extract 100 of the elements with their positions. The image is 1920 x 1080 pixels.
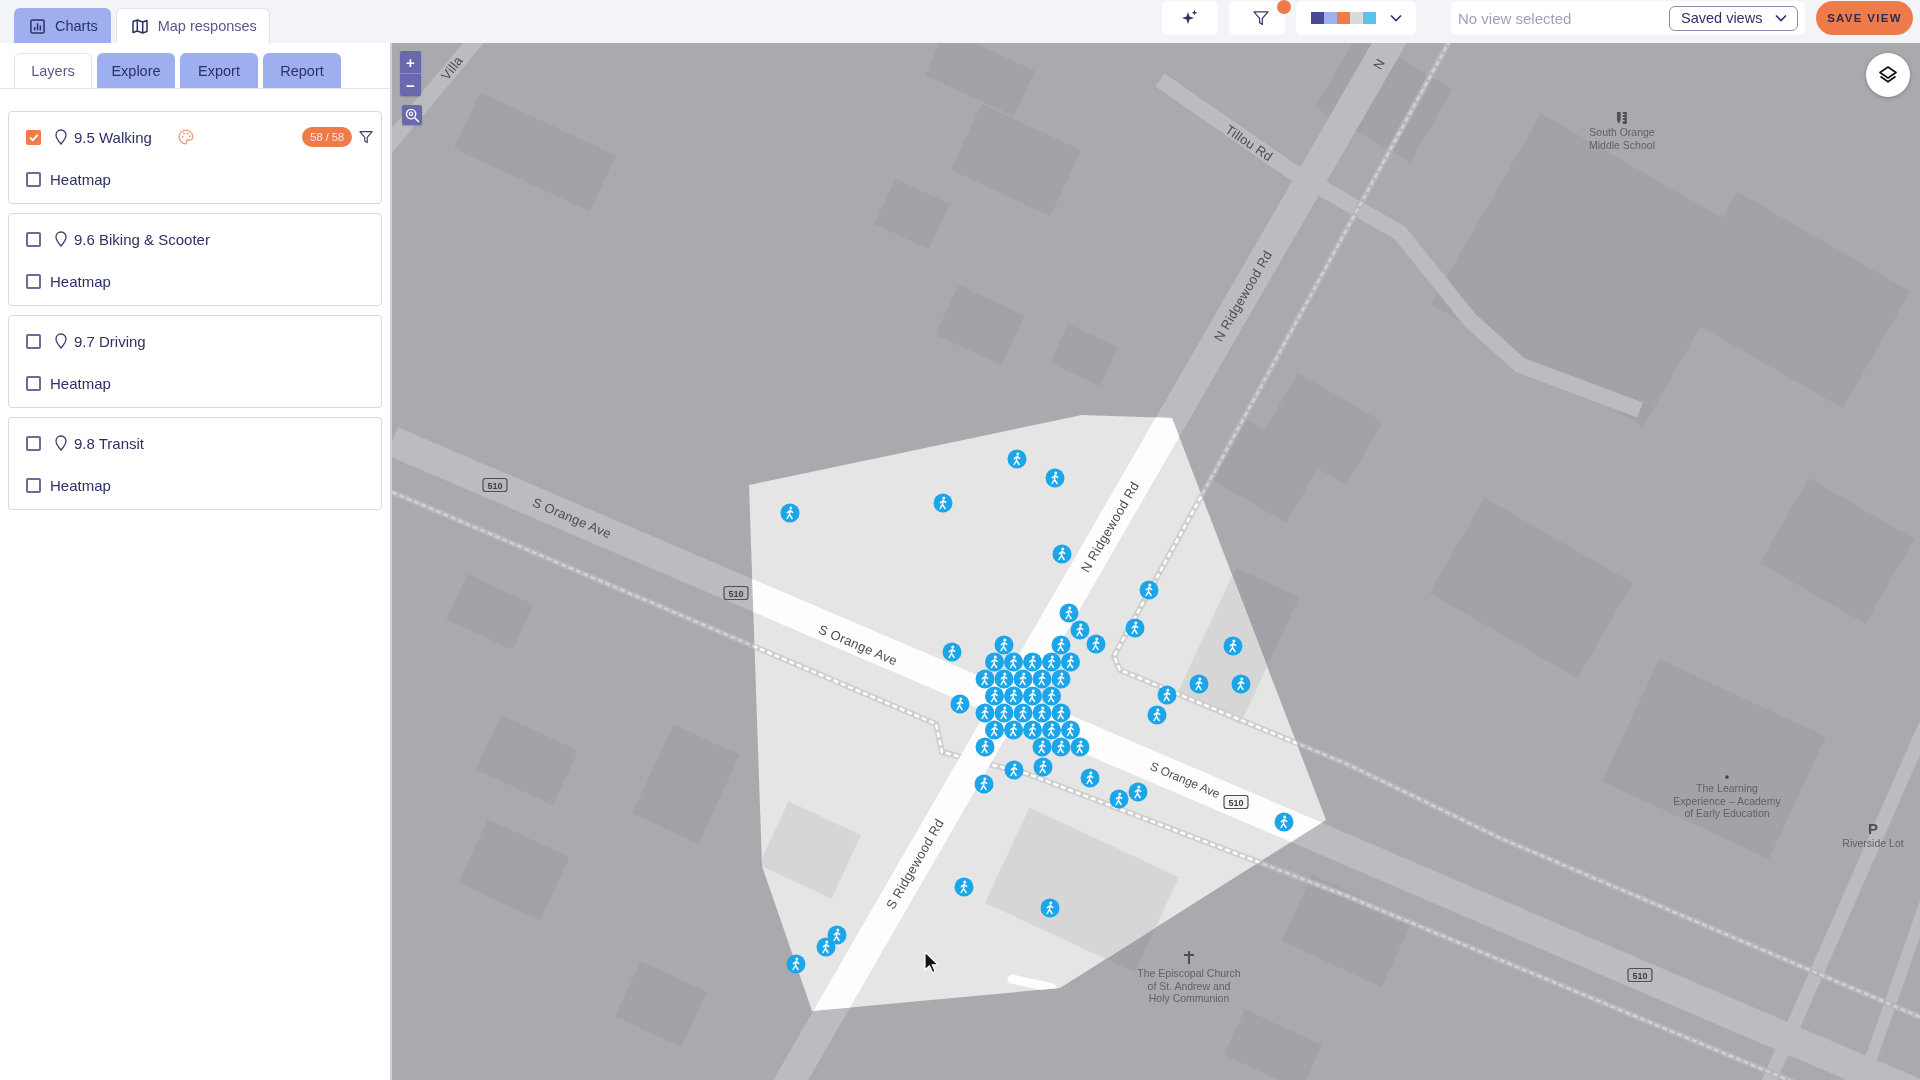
walking-person-marker-icon[interactable]	[985, 652, 1004, 672]
walking-person-marker-icon[interactable]	[1189, 674, 1209, 694]
panel-tab[interactable]: Explore	[97, 53, 175, 88]
walking-person-marker-icon[interactable]	[1023, 720, 1042, 740]
walking-person-marker-icon[interactable]	[1004, 686, 1023, 706]
walking-person-marker-icon[interactable]	[1042, 652, 1061, 672]
walking-person-marker-icon[interactable]	[1032, 669, 1052, 689]
cross-icon	[1184, 951, 1194, 964]
walking-person-marker-icon[interactable]	[1125, 618, 1145, 638]
walking-person-marker-icon[interactable]	[994, 669, 1014, 689]
heatmap-label: Heatmap	[50, 374, 111, 392]
walking-person-marker-icon[interactable]	[816, 937, 836, 957]
bar-chart-icon	[30, 18, 45, 34]
view-selector-field[interactable]: No view selected Saved views	[1451, 1, 1805, 35]
zoom-out-button[interactable]: −	[400, 74, 421, 96]
walking-person-marker-icon[interactable]	[994, 703, 1014, 723]
walking-person-marker-icon[interactable]	[975, 669, 995, 689]
panel-tab[interactable]: Layers	[14, 53, 92, 88]
filter-icon[interactable]	[359, 130, 373, 144]
walking-person-marker-icon[interactable]	[1080, 768, 1100, 788]
walking-person-marker-icon[interactable]	[1139, 580, 1159, 600]
walking-person-marker-icon[interactable]	[975, 737, 995, 757]
walking-person-marker-icon[interactable]	[1052, 544, 1072, 564]
map-pin-icon	[55, 231, 67, 247]
filter-button[interactable]	[1229, 1, 1285, 35]
walking-person-marker-icon[interactable]	[1070, 620, 1090, 640]
walking-person-marker-icon[interactable]	[933, 493, 953, 513]
walking-person-marker-icon[interactable]	[1032, 737, 1052, 757]
zoom-to-area-button[interactable]	[402, 105, 422, 125]
walking-person-marker-icon[interactable]	[1045, 468, 1065, 488]
walking-person-marker-icon[interactable]	[1051, 635, 1071, 655]
walking-person-marker-icon[interactable]	[985, 686, 1004, 706]
chevron-down-icon	[1775, 14, 1787, 22]
walking-person-marker-icon[interactable]	[1004, 720, 1023, 740]
walking-person-marker-icon[interactable]	[786, 954, 806, 974]
walking-person-marker-icon[interactable]	[994, 635, 1014, 655]
walking-person-marker-icon[interactable]	[1147, 705, 1167, 725]
checkbox[interactable]	[26, 171, 41, 187]
save-view-button[interactable]: SAVE VIEW	[1816, 1, 1913, 35]
walking-person-marker-icon[interactable]	[1004, 760, 1024, 780]
sparkle-button[interactable]	[1162, 1, 1218, 35]
view-tab[interactable]: Charts	[14, 8, 111, 43]
walking-person-marker-icon[interactable]	[1231, 674, 1251, 694]
walking-person-marker-icon[interactable]	[1109, 789, 1129, 809]
walking-person-marker-icon[interactable]	[1128, 782, 1148, 802]
panel-tab[interactable]: Export	[180, 53, 258, 88]
place-label: South Orange Middle School	[1589, 126, 1655, 151]
view-name-field[interactable]: No view selected	[1458, 9, 1669, 27]
route-shield: 510	[1627, 967, 1653, 983]
walking-person-marker-icon[interactable]	[1051, 703, 1071, 723]
route-shield: 510	[482, 477, 508, 493]
layer-name: 9.5 Walking	[74, 128, 152, 146]
zoom-in-button[interactable]: +	[400, 51, 421, 73]
walking-person-marker-icon[interactable]	[1274, 812, 1294, 832]
walking-person-marker-icon[interactable]	[974, 774, 994, 794]
walking-person-marker-icon[interactable]	[1042, 720, 1061, 740]
walking-person-marker-icon[interactable]	[1051, 737, 1071, 757]
checkbox[interactable]	[26, 231, 41, 247]
layers-icon	[1878, 65, 1898, 85]
walking-person-marker-icon[interactable]	[1007, 449, 1027, 469]
walking-person-marker-icon[interactable]	[1023, 686, 1042, 706]
checkbox[interactable]	[26, 477, 41, 493]
walking-person-marker-icon[interactable]	[1157, 685, 1177, 705]
checkbox[interactable]	[26, 375, 41, 391]
heatmap-label: Heatmap	[50, 476, 111, 494]
route-shield: 510	[1223, 794, 1249, 810]
checkbox[interactable]	[26, 435, 41, 451]
panel-tab[interactable]: Report	[263, 53, 341, 88]
walking-person-marker-icon[interactable]	[975, 703, 995, 723]
walking-person-marker-icon[interactable]	[1059, 603, 1079, 623]
walking-person-marker-icon[interactable]	[1051, 669, 1071, 689]
walking-person-marker-icon[interactable]	[1040, 898, 1060, 918]
response-count-badge: 58 / 58	[302, 127, 352, 147]
walking-person-marker-icon[interactable]	[1032, 703, 1052, 723]
saved-views-dropdown[interactable]: Saved views	[1669, 5, 1798, 31]
walking-person-marker-icon[interactable]	[1004, 652, 1023, 672]
place-label: The Episcopal Church of St. Andrew and Holy Communion	[1137, 967, 1241, 1004]
walking-person-marker-icon[interactable]	[1042, 686, 1061, 706]
walking-person-marker-icon[interactable]	[954, 877, 974, 897]
checkbox[interactable]	[26, 333, 41, 349]
walking-person-marker-icon[interactable]	[1033, 757, 1053, 777]
walking-person-marker-icon[interactable]	[1023, 652, 1042, 672]
checkbox[interactable]	[26, 129, 41, 145]
walking-person-marker-icon[interactable]	[780, 503, 800, 523]
walking-person-marker-icon[interactable]	[942, 642, 962, 662]
walking-person-marker-icon[interactable]	[1061, 652, 1080, 672]
walking-person-marker-icon[interactable]	[1223, 636, 1243, 656]
walking-person-marker-icon[interactable]	[1013, 669, 1033, 689]
walking-person-marker-icon[interactable]	[950, 694, 970, 714]
walking-person-marker-icon[interactable]	[1086, 634, 1106, 654]
place-label: Riverside Lot	[1842, 837, 1904, 849]
walking-person-marker-icon[interactable]	[985, 720, 1004, 740]
palette-icon[interactable]	[177, 129, 194, 145]
walking-person-marker-icon[interactable]	[1061, 720, 1080, 740]
view-tab[interactable]: Map responses	[115, 8, 270, 43]
walking-person-marker-icon[interactable]	[1013, 703, 1033, 723]
color-palette-button[interactable]	[1296, 1, 1416, 35]
walking-person-marker-icon[interactable]	[1070, 737, 1090, 757]
street-label: N	[1370, 56, 1388, 72]
checkbox[interactable]	[26, 273, 41, 289]
